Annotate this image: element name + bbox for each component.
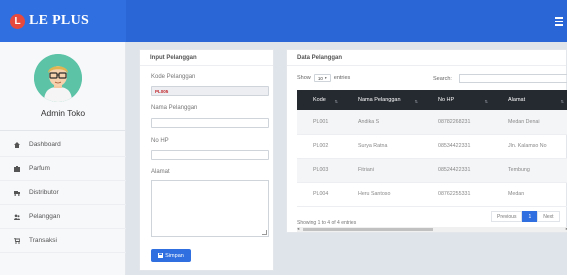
column-header-kode[interactable]: Kode ⇅ xyxy=(297,90,342,110)
pagination: Previous 1 Next xyxy=(491,211,560,222)
code-label: Kode Pelanggan xyxy=(151,74,196,80)
sidebar-item-transaksi[interactable]: Transaksi xyxy=(0,229,126,253)
code-value: PL005 xyxy=(155,89,169,94)
horizontal-scrollbar[interactable]: ◂ ▸ xyxy=(297,226,567,232)
cell-nama: Fitriani xyxy=(342,158,422,183)
pagination-page[interactable]: 1 xyxy=(522,211,538,222)
entries-label: entries xyxy=(333,75,351,81)
scrollbar-thumb[interactable] xyxy=(303,228,433,231)
column-header-nama[interactable]: Nama Pelanggan ⇅ xyxy=(342,90,422,110)
sort-icon: ⇅ xyxy=(560,99,564,104)
save-label: Simpan xyxy=(165,252,184,259)
sidebar-item-label: Pelanggan xyxy=(29,213,61,220)
menu-toggle-icon[interactable] xyxy=(555,17,563,26)
top-navbar xyxy=(126,0,567,42)
save-icon xyxy=(158,253,164,258)
column-header-nohp[interactable]: No HP ⇅ xyxy=(422,90,492,110)
scroll-left-icon[interactable]: ◂ xyxy=(297,226,299,232)
sort-icon: ⇅ xyxy=(334,99,338,104)
entries-select[interactable]: 10 ▾ xyxy=(313,74,331,82)
code-field: PL005 xyxy=(151,86,269,96)
sidebar-item-parfum[interactable]: Parfum xyxy=(0,157,126,181)
resize-handle-icon[interactable] xyxy=(262,230,267,235)
sort-icon: ⇅ xyxy=(484,99,488,104)
show-label: Show xyxy=(297,75,311,81)
brand-logo[interactable]: L LE PLUS xyxy=(0,0,126,42)
pagination-next[interactable]: Next xyxy=(537,211,560,222)
table-row[interactable]: PL001 Andika S 08782268231 Medan Denai xyxy=(297,110,567,135)
cell-nohp: 08762255331 xyxy=(422,182,492,207)
users-icon xyxy=(14,214,20,220)
data-pelanggan-panel: Data Pelanggan Show 10 ▾ entries Search: … xyxy=(286,49,567,233)
cell-alamat: Tembung xyxy=(492,158,567,183)
address-textarea[interactable] xyxy=(151,180,269,237)
entries-length-control: Show 10 ▾ entries xyxy=(297,74,350,82)
name-field[interactable] xyxy=(151,118,269,128)
phone-field[interactable] xyxy=(151,150,269,160)
truck-icon xyxy=(14,190,20,196)
panel-title: Input Pelanggan xyxy=(140,50,273,66)
bottle-icon xyxy=(14,165,20,172)
cell-nama: Heru Santoso xyxy=(342,182,422,207)
sidebar-item-label: Parfum xyxy=(29,165,50,172)
cell-nohp: 08782268231 xyxy=(422,110,492,135)
sidebar-item-pelanggan[interactable]: Pelanggan xyxy=(0,205,126,229)
table-row[interactable]: PL002 Surya Ratna 08534422331 Jln. Kalam… xyxy=(297,134,567,159)
sidebar-item-label: Dashboard xyxy=(29,141,61,148)
cell-kode: PL004 xyxy=(297,182,342,207)
address-label: Alamat xyxy=(151,169,170,175)
sidebar-item-distributor[interactable]: Distributor xyxy=(0,181,126,205)
cell-kode: PL001 xyxy=(297,110,342,135)
cell-nohp: 08534422331 xyxy=(422,134,492,159)
cell-alamat: Jln. Kalamso No xyxy=(492,134,567,159)
input-pelanggan-panel: Input Pelanggan Kode Pelanggan PL005 Nam… xyxy=(139,49,274,271)
cell-kode: PL003 xyxy=(297,158,342,183)
phone-label: No HP xyxy=(151,138,169,144)
search-input[interactable] xyxy=(459,74,567,83)
logo-mark: L xyxy=(10,13,25,29)
cell-alamat: Medan Denai xyxy=(492,110,567,135)
name-label: Nama Pelanggan xyxy=(151,105,198,111)
sidebar-item-label: Transaksi xyxy=(29,237,57,244)
sort-icon: ⇅ xyxy=(414,99,418,104)
cell-kode: PL002 xyxy=(297,134,342,159)
sidebar-divider xyxy=(0,130,126,131)
cell-alamat: Medan xyxy=(492,182,567,207)
cell-nama: Andika S xyxy=(342,110,422,135)
column-header-alamat[interactable]: Alamat ⇅ xyxy=(492,90,567,110)
table-header-row: Kode ⇅ Nama Pelanggan ⇅ No HP ⇅ Alamat ⇅ xyxy=(297,90,567,110)
table-info: Showing 1 to 4 of 4 entries xyxy=(297,220,357,226)
table-row[interactable]: PL003 Fitriani 08524422331 Tembung xyxy=(297,158,567,183)
sidebar-item-label: Distributor xyxy=(29,189,59,196)
sidebar: Admin Toko Dashboard Parfum Distributor … xyxy=(0,42,126,275)
table-row[interactable]: PL004 Heru Santoso 08762255331 Medan xyxy=(297,182,567,207)
sidebar-menu: Dashboard Parfum Distributor Pelanggan T… xyxy=(0,133,126,253)
cell-nama: Surya Ratna xyxy=(342,134,422,159)
search-label: Search: xyxy=(433,76,452,82)
cell-nohp: 08524422331 xyxy=(422,158,492,183)
save-button[interactable]: Simpan xyxy=(151,249,191,262)
avatar xyxy=(34,54,82,102)
home-icon xyxy=(14,141,20,148)
brand-name: LE PLUS xyxy=(29,13,90,28)
panel-title: Data Pelanggan xyxy=(287,50,566,66)
admin-name: Admin Toko xyxy=(40,108,86,118)
pelanggan-table: Kode ⇅ Nama Pelanggan ⇅ No HP ⇅ Alamat ⇅ PL0… xyxy=(297,90,567,207)
pagination-previous[interactable]: Previous xyxy=(491,211,523,222)
sidebar-item-dashboard[interactable]: Dashboard xyxy=(0,133,126,157)
cart-icon xyxy=(14,237,20,244)
